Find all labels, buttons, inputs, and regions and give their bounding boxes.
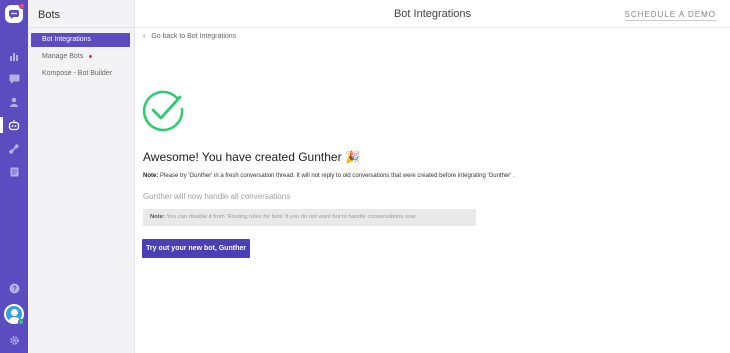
- handle-conversations-text: Gunther will now handle all conversation…: [143, 192, 291, 201]
- logo-chat-icon[interactable]: [5, 3, 25, 23]
- fresh-thread-note: Note: Please try 'Gunther' in a fresh co…: [143, 173, 643, 179]
- reports-icon[interactable]: [6, 48, 22, 64]
- integrations-icon[interactable]: [6, 141, 22, 157]
- success-title: Awesome! You have created Gunther 🎉: [143, 150, 360, 164]
- sidebar-item-label: Bot Integrations: [42, 36, 92, 43]
- routing-info-box: Note: You can disable it from 'Routing r…: [143, 209, 476, 226]
- bots-sidebar: Bots Bot Integrations Manage Bots Kompos…: [28, 0, 135, 353]
- success-title-text: Awesome! You have created Gunther: [143, 150, 342, 164]
- schedule-demo-link[interactable]: SCHEDULE A DEMO: [624, 10, 716, 21]
- try-bot-button[interactable]: Try out your new bot, Gunther: [142, 239, 250, 258]
- party-popper-icon: 🎉: [344, 150, 360, 164]
- back-link-label: Go back to Bot Integrations: [151, 33, 237, 40]
- sidebar-item-label: Kompose - Bot Builder: [42, 70, 113, 77]
- note-label: Note:: [143, 173, 159, 179]
- avatar-head: [11, 309, 18, 316]
- help-icon[interactable]: ?: [6, 280, 22, 296]
- docs-icon[interactable]: [6, 164, 22, 180]
- online-status-dot: [18, 319, 24, 325]
- sidebar-title: Bots: [38, 9, 61, 21]
- chevron-left-icon: ‹: [143, 33, 146, 40]
- bot-icon[interactable]: [6, 117, 22, 133]
- info-label: Note:: [150, 214, 165, 220]
- success-check-icon: [141, 89, 185, 133]
- settings-icon[interactable]: [6, 332, 22, 348]
- sidebar-item-label: Manage Bots: [42, 53, 84, 60]
- back-link[interactable]: ‹ Go back to Bot Integrations: [143, 33, 236, 40]
- sidebar-item-manage-bots[interactable]: Manage Bots: [31, 50, 130, 64]
- sidebar-item-bot-integrations[interactable]: Bot Integrations: [31, 33, 130, 47]
- sidebar-item-kompose-bot-builder[interactable]: Kompose - Bot Builder: [31, 67, 130, 81]
- new-indicator-dot: [89, 54, 93, 58]
- page-header: Bot Integrations SCHEDULE A DEMO: [135, 0, 730, 28]
- svg-text:?: ?: [12, 286, 16, 293]
- conversations-icon[interactable]: [6, 71, 22, 87]
- active-indicator: [0, 117, 3, 133]
- info-text: You can disable it from 'Routing rules f…: [166, 214, 416, 220]
- contacts-icon[interactable]: [6, 94, 22, 110]
- notification-dot: [19, 3, 25, 9]
- left-rail: ?: [0, 0, 28, 353]
- app: ? Bots Bot Integrations Manage Bots Komp…: [0, 0, 730, 353]
- note-text: Please try 'Gunther' in a fresh conversa…: [160, 173, 515, 179]
- sidebar-divider: [28, 27, 135, 28]
